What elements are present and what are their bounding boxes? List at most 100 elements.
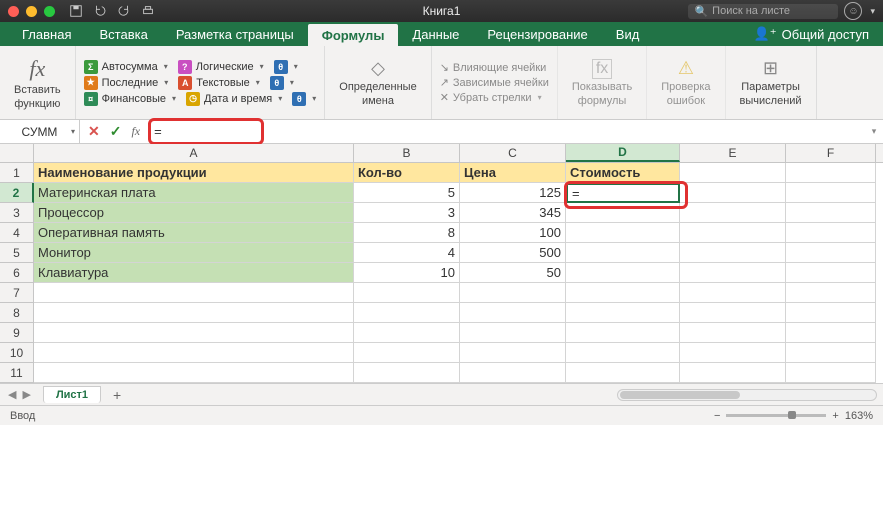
cell[interactable]: Клавиатура (34, 263, 354, 283)
add-sheet-button[interactable]: + (107, 387, 127, 403)
sheet-tab[interactable]: Лист1 (43, 386, 101, 403)
ribbon-tab-0[interactable]: Главная (8, 22, 85, 46)
cell[interactable] (680, 243, 786, 263)
cell[interactable] (566, 303, 680, 323)
cell[interactable]: 345 (460, 203, 566, 223)
cell[interactable]: 50 (460, 263, 566, 283)
maximize-icon[interactable] (44, 6, 55, 17)
func-lib-item[interactable]: ?Логические (178, 60, 264, 74)
cell[interactable] (786, 163, 876, 183)
cell[interactable]: Цена (460, 163, 566, 183)
column-header[interactable]: A (34, 144, 354, 162)
row-header[interactable]: 6 (0, 263, 34, 283)
row-header[interactable]: 2 (0, 183, 34, 203)
func-lib-item[interactable]: ★Последние (84, 76, 169, 90)
cell[interactable]: 4 (354, 243, 460, 263)
row-header[interactable]: 11 (0, 363, 34, 383)
close-icon[interactable] (8, 6, 19, 17)
cell[interactable] (566, 223, 680, 243)
column-header[interactable]: D (566, 144, 680, 162)
zoom-slider[interactable] (726, 414, 826, 417)
cell[interactable]: Материнская плата (34, 183, 354, 203)
cell[interactable] (354, 303, 460, 323)
cell[interactable] (680, 363, 786, 383)
cell[interactable] (354, 323, 460, 343)
cell[interactable]: Оперативная память (34, 223, 354, 243)
cell[interactable] (566, 263, 680, 283)
cell[interactable] (34, 363, 354, 383)
ribbon-tab-1[interactable]: Вставка (85, 22, 161, 46)
cell[interactable] (786, 363, 876, 383)
cell[interactable] (786, 203, 876, 223)
cell[interactable] (460, 363, 566, 383)
cell[interactable] (460, 303, 566, 323)
cell[interactable] (786, 323, 876, 343)
ribbon-tab-6[interactable]: Вид (602, 22, 654, 46)
enter-icon[interactable]: ✓ (110, 123, 122, 140)
cell[interactable]: Кол-во (354, 163, 460, 183)
show-formulas-button[interactable]: fx Показывать формулы (566, 57, 638, 109)
func-lib-more[interactable]: θ (292, 92, 316, 106)
cell[interactable] (786, 263, 876, 283)
print-icon[interactable] (141, 4, 155, 18)
cell[interactable] (680, 343, 786, 363)
error-check-button[interactable]: ⚠ Проверка ошибок (655, 56, 716, 109)
cell[interactable] (354, 283, 460, 303)
cell[interactable] (34, 323, 354, 343)
search-input[interactable]: 🔍 Поиск на листе (688, 4, 838, 19)
save-icon[interactable] (69, 4, 83, 18)
column-header[interactable]: E (680, 144, 786, 162)
func-lib-more[interactable]: θ (274, 60, 298, 74)
row-header[interactable]: 3 (0, 203, 34, 223)
cell[interactable] (786, 303, 876, 323)
row-header[interactable]: 9 (0, 323, 34, 343)
cell[interactable]: 5 (354, 183, 460, 203)
cell[interactable] (786, 223, 876, 243)
cell[interactable] (786, 243, 876, 263)
cell[interactable] (680, 323, 786, 343)
cell[interactable]: 100 (460, 223, 566, 243)
ribbon-tab-3[interactable]: Формулы (308, 24, 399, 46)
cell[interactable] (460, 283, 566, 303)
defined-names-button[interactable]: ◇ Определенные имена (333, 56, 422, 109)
cell[interactable]: = (566, 183, 680, 203)
sheet-next-icon[interactable]: ▶ (22, 388, 30, 401)
cell[interactable] (566, 363, 680, 383)
name-box[interactable]: СУММ (0, 120, 80, 143)
row-header[interactable]: 5 (0, 243, 34, 263)
cell[interactable]: 500 (460, 243, 566, 263)
select-all-corner[interactable] (0, 144, 34, 162)
column-header[interactable]: F (786, 144, 876, 162)
cell[interactable]: 125 (460, 183, 566, 203)
cell[interactable] (680, 223, 786, 243)
ribbon-tab-4[interactable]: Данные (398, 22, 473, 46)
cell[interactable] (680, 183, 786, 203)
cell[interactable] (566, 243, 680, 263)
row-header[interactable]: 4 (0, 223, 34, 243)
cell[interactable] (460, 343, 566, 363)
cell[interactable] (460, 323, 566, 343)
cell[interactable] (34, 283, 354, 303)
cells-area[interactable]: Наименование продукцииКол-воЦенаСтоимост… (34, 163, 883, 383)
cell[interactable]: 10 (354, 263, 460, 283)
cell[interactable] (354, 343, 460, 363)
share-button[interactable]: 👤⁺ Общий доступ (740, 22, 883, 46)
func-lib-item[interactable]: ΣАвтосумма (84, 60, 168, 74)
fx-icon[interactable]: fx (131, 124, 140, 139)
expand-icon[interactable]: ▾ (865, 126, 883, 137)
cell[interactable]: Монитор (34, 243, 354, 263)
cell[interactable] (34, 343, 354, 363)
calc-options-button[interactable]: ⊞ Параметры вычислений (734, 56, 808, 109)
cell[interactable] (680, 203, 786, 223)
remove-arrows-button[interactable]: ✕Убрать стрелки (440, 91, 549, 104)
chevron-down-icon[interactable]: ▾ (870, 6, 875, 17)
cell[interactable] (786, 283, 876, 303)
row-header[interactable]: 1 (0, 163, 34, 183)
cell[interactable] (354, 363, 460, 383)
cell[interactable]: Наименование продукции (34, 163, 354, 183)
insert-function-button[interactable]: fx Вставить функцию (8, 54, 67, 112)
horizontal-scrollbar[interactable] (617, 389, 877, 401)
func-lib-more[interactable]: θ (270, 76, 294, 90)
cell[interactable] (566, 203, 680, 223)
cell[interactable] (786, 343, 876, 363)
